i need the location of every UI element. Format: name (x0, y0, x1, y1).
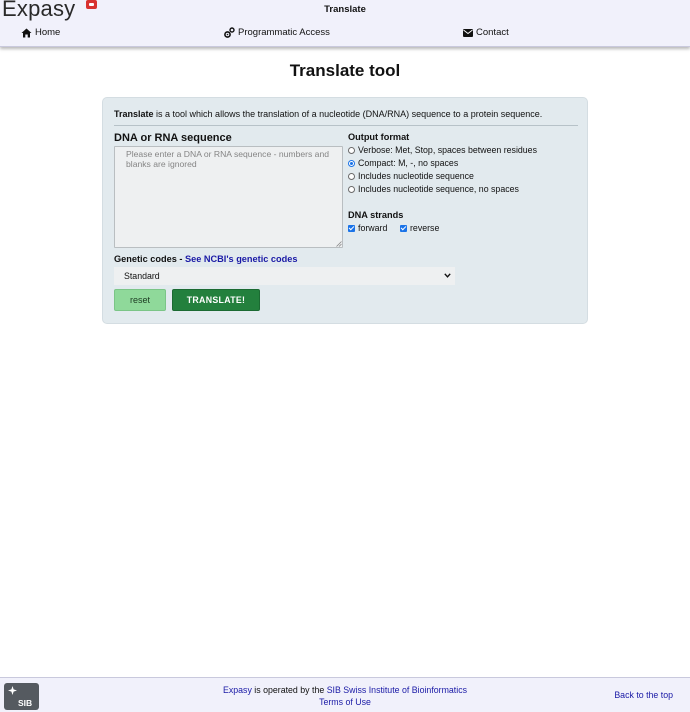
strand-forward[interactable]: forward (348, 223, 387, 233)
nav-programmatic-label: Programmatic Access (238, 27, 330, 38)
radio-verbose-label: Verbose: Met, Stop, spaces between resid… (358, 145, 537, 155)
checkbox-reverse[interactable] (400, 224, 407, 232)
radio-nucleotide-nospace-label: Includes nucleotide sequence, no spaces (358, 184, 519, 194)
divider (114, 125, 578, 126)
site-footer: SIB Expasy is operated by the SIB Swiss … (0, 677, 690, 712)
page-name: Translate (324, 4, 366, 15)
intro-rest: is a tool which allows the translation o… (153, 109, 543, 119)
translate-button[interactable]: TRANSLATE! (172, 289, 260, 311)
genetic-codes-label: Genetic codes - See NCBI's genetic codes (114, 254, 297, 264)
sequence-input[interactable] (114, 146, 343, 248)
output-option-compact[interactable]: Compact: M, -, no spaces (348, 158, 458, 168)
intro-bold: Translate (114, 109, 154, 119)
output-option-nucleotide[interactable]: Includes nucleotide sequence (348, 171, 474, 181)
radio-verbose[interactable] (348, 146, 355, 154)
strand-reverse[interactable]: reverse (400, 223, 439, 233)
intro-text: Translate is a tool which allows the tra… (114, 109, 542, 119)
genetic-codes-text: Genetic codes - (114, 254, 185, 264)
genetic-code-select[interactable]: Standard (114, 267, 455, 285)
gears-icon (224, 27, 235, 38)
nav-home[interactable]: Home (21, 27, 60, 38)
translate-form-panel: Translate is a tool which allows the tra… (102, 97, 588, 324)
resize-grip-icon[interactable] (336, 241, 342, 247)
footer-expasy-link[interactable]: Expasy (223, 685, 252, 695)
checkbox-reverse-label: reverse (410, 223, 440, 233)
radio-nucleotide-nospace[interactable] (348, 185, 355, 193)
nav-programmatic-access[interactable]: Programmatic Access (224, 27, 330, 38)
radio-compact-label: Compact: M, -, no spaces (358, 158, 459, 168)
footer-sib-link[interactable]: SIB Swiss Institute of Bioinformatics (327, 685, 467, 695)
output-option-verbose[interactable]: Verbose: Met, Stop, spaces between resid… (348, 145, 537, 155)
radio-nucleotide[interactable] (348, 172, 355, 180)
checkbox-forward-label: forward (358, 223, 388, 233)
footer-terms-link[interactable]: Terms of Use (0, 697, 690, 707)
sequence-label: DNA or RNA sequence (114, 132, 232, 144)
output-format-label: Output format (348, 132, 410, 142)
envelope-icon (463, 28, 473, 37)
footer-operated-text: is operated by the (251, 685, 327, 695)
nav-contact[interactable]: Contact (463, 27, 509, 38)
home-icon (21, 28, 32, 37)
back-to-top-link[interactable]: Back to the top (614, 690, 673, 700)
reset-button[interactable]: reset (114, 289, 166, 311)
genetic-code-selected: Standard (124, 271, 160, 281)
nav-home-label: Home (35, 27, 61, 38)
output-option-nucleotide-nospace[interactable]: Includes nucleotide sequence, no spaces (348, 184, 519, 194)
nav-contact-label: Contact (476, 27, 509, 38)
footer-operated-by: Expasy is operated by the SIB Swiss Inst… (0, 685, 690, 695)
dna-strands-label: DNA strands (348, 210, 404, 220)
ncbi-genetic-codes-link[interactable]: See NCBI's genetic codes (185, 254, 297, 264)
page-title: Translate tool (289, 61, 401, 80)
chevron-down-icon (444, 273, 451, 278)
radio-nucleotide-label: Includes nucleotide sequence (358, 171, 474, 181)
checkbox-forward[interactable] (348, 224, 355, 232)
radio-compact[interactable] (348, 159, 355, 167)
site-header: Expasy Translate Home Programmatic Acces… (0, 0, 690, 47)
